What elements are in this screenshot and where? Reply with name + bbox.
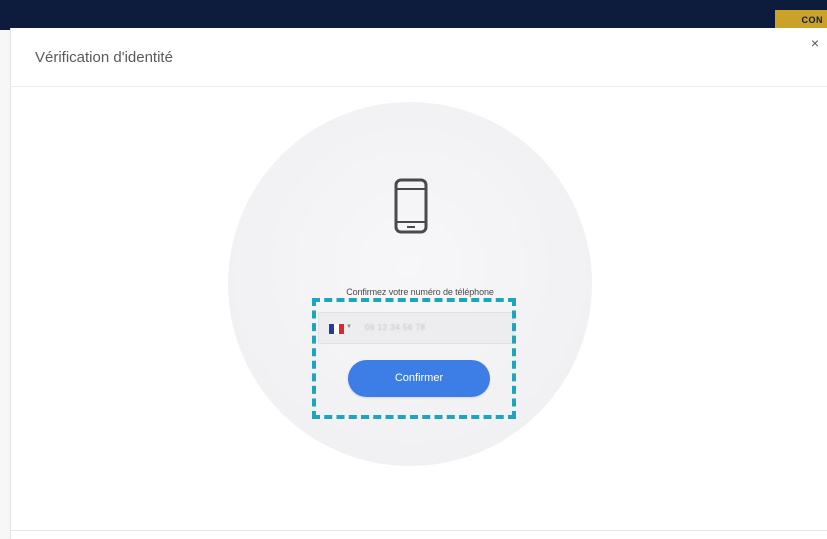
phone-number-input[interactable]: ▼ 06 12 34 56 78: [318, 312, 514, 344]
modal-title: Vérification d'identité: [35, 49, 173, 66]
phone-confirmation-prompt: Confirmez votre numéro de téléphone: [346, 287, 494, 297]
page: CON Vérification d'identité × Confirmez …: [0, 0, 827, 539]
modal-footer-divider: [11, 530, 827, 531]
mobile-phone-icon: [394, 178, 428, 234]
app-header-bar: CON: [0, 0, 827, 30]
modal-header: Vérification d'identité ×: [11, 28, 827, 87]
country-dropdown-icon[interactable]: ▼: [346, 324, 352, 330]
confirm-button[interactable]: Confirmer: [348, 360, 490, 397]
fr-flag-icon[interactable]: [329, 324, 344, 334]
header-action-button[interactable]: CON: [775, 10, 827, 30]
close-button[interactable]: ×: [808, 36, 822, 50]
verification-circle: [228, 102, 592, 466]
phone-number-value[interactable]: 06 12 34 56 78: [365, 323, 425, 332]
